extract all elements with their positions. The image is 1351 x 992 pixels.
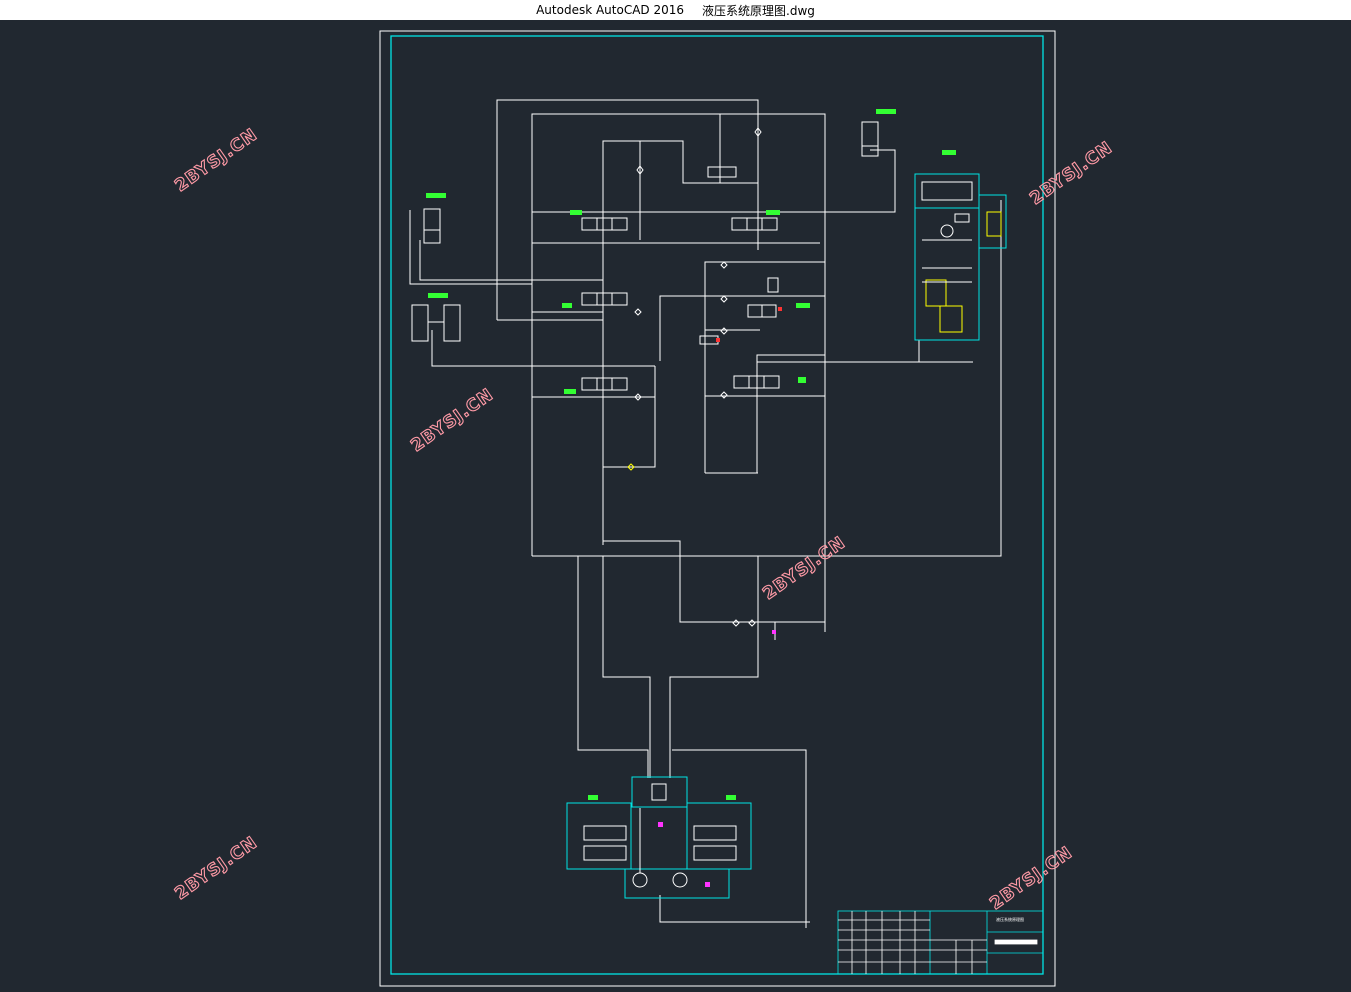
watermark-text: 2BYSJ.CN [1026, 138, 1116, 209]
file-name: 液压系统原理图.dwg [702, 3, 815, 18]
directional-valve-icon[interactable] [581, 217, 628, 231]
directional-valve-icon[interactable] [581, 292, 628, 306]
pipe-network [409, 99, 1002, 928]
double-cylinder-icon[interactable] [411, 304, 461, 342]
pump-unit-icon[interactable] [914, 173, 1007, 341]
watermark-text: 2BYSJ.CN [759, 533, 849, 604]
marker-icons [658, 307, 782, 887]
watermark-text: 2BYSJ.CN [171, 125, 261, 196]
drawing-canvas[interactable]: 液压系统原理图 2BYSJ.CN 2BYSJ.CN 2BYSJ.CN 2BYSJ… [0, 20, 1351, 992]
cylinder-icon[interactable] [423, 208, 441, 244]
watermark-text: 2BYSJ.CN [407, 385, 497, 456]
watermark-text: 2BYSJ.CN [986, 843, 1076, 914]
watermark-text: 2BYSJ.CN [171, 833, 261, 904]
check-valve-icons [627, 127, 762, 627]
directional-valve-icon[interactable] [581, 377, 628, 391]
directional-valve-icon[interactable] [747, 304, 777, 318]
directional-valve-icon[interactable] [731, 217, 778, 231]
title-block-sheet-name: 液压系统原理图 [996, 916, 1024, 922]
component-labels [426, 109, 956, 800]
app-name: Autodesk AutoCAD 2016 [536, 3, 685, 17]
window-titlebar: Autodesk AutoCAD 2016 液压系统原理图.dwg [0, 0, 1351, 20]
cylinder-icon[interactable] [861, 121, 879, 157]
